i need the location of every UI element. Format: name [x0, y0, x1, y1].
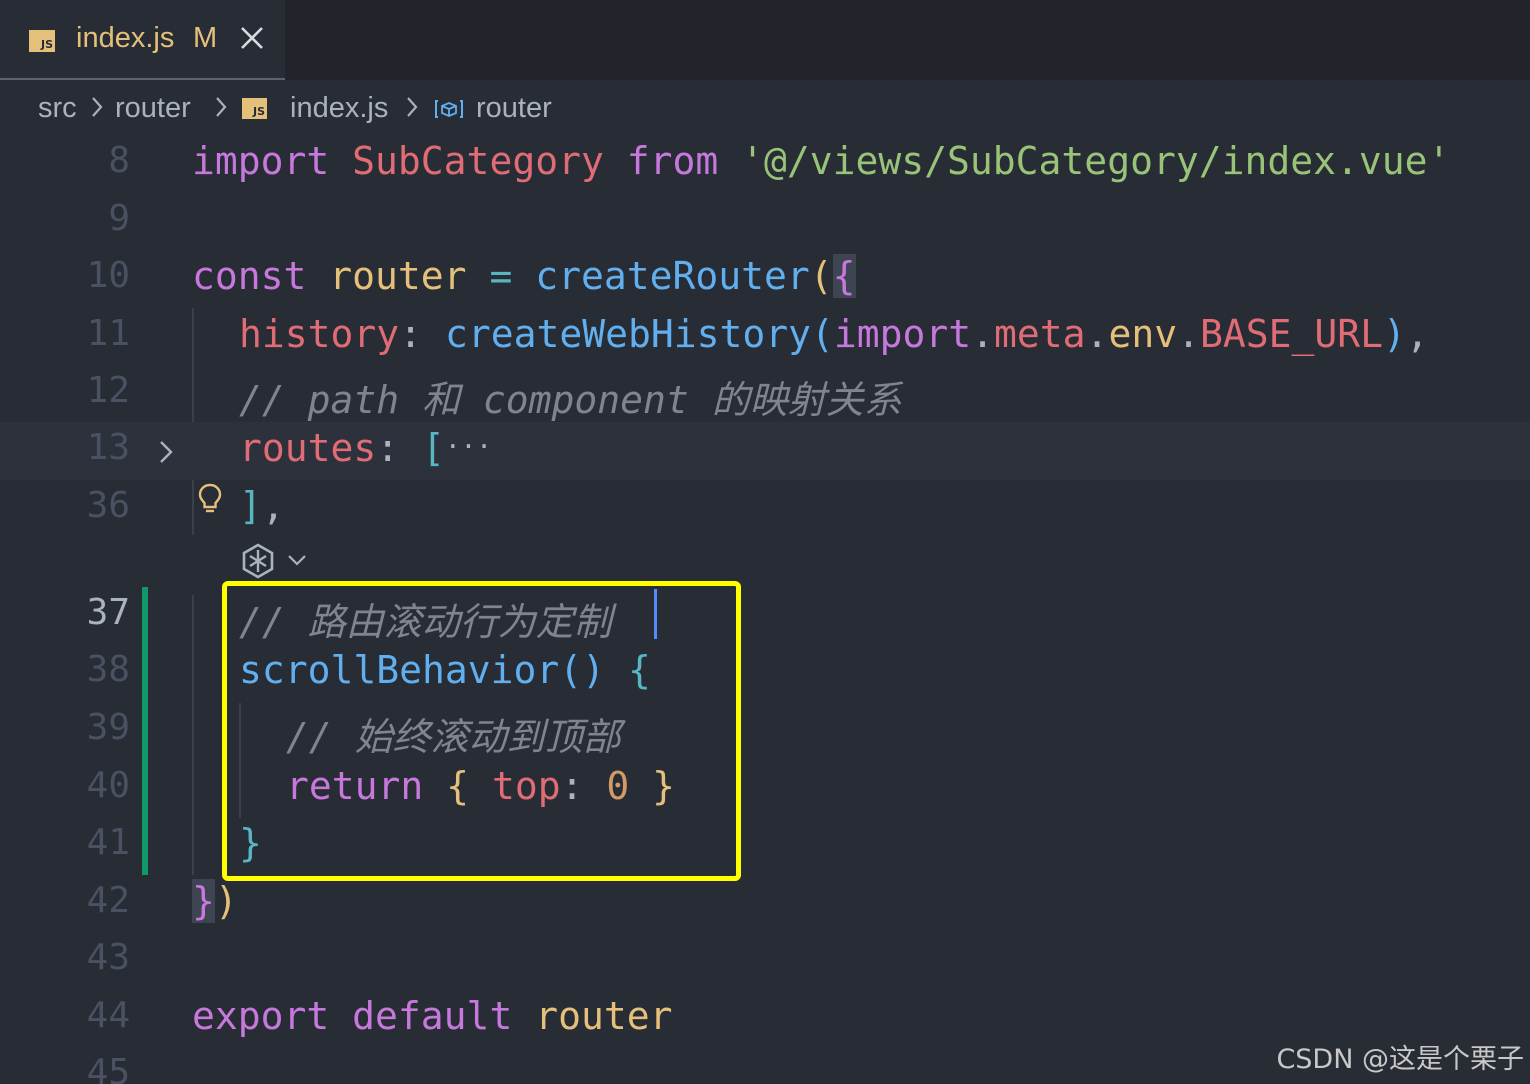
chevron-right-icon [92, 97, 103, 117]
breadcrumb: src router JS index.js router [0, 80, 1530, 135]
breadcrumb-item-file[interactable]: index.js [290, 92, 388, 125]
line-number: 12 [86, 370, 130, 411]
breadcrumb-item-router-folder[interactable]: router [115, 92, 191, 125]
js-file-icon: JS [242, 98, 267, 119]
code-line-11: 11 history: createWebHistory(import.meta… [0, 308, 1530, 366]
symbol-variable-icon [435, 100, 463, 118]
line-number: 44 [86, 995, 130, 1036]
line-number-active: 37 [86, 592, 130, 633]
tab-bar: JS index.js M [0, 0, 1530, 80]
line-number: 40 [86, 765, 130, 806]
code-line-43: 43 [0, 932, 1530, 990]
line-number: 41 [86, 822, 130, 863]
chevron-right-icon [407, 97, 418, 117]
code-line-13: 13 routes: [··· [0, 422, 1530, 480]
lightbulb-icon[interactable] [197, 482, 223, 516]
code-line-8: 8 import SubCategory from '@/views/SubCa… [0, 135, 1530, 193]
line-number: 10 [86, 255, 130, 296]
line-number: 11 [86, 313, 130, 354]
line-number: 43 [86, 937, 130, 978]
code-line-36: 36 ], [0, 480, 1530, 538]
line-number: 38 [86, 649, 130, 690]
tab-filename: index.js [76, 22, 175, 54]
line-number: 39 [86, 707, 130, 748]
fold-chevron-icon[interactable] [156, 438, 176, 466]
code-line-12: 12 // path 和 component 的映射关系 [0, 365, 1530, 423]
line-number: 42 [86, 880, 130, 921]
line-number: 45 [86, 1052, 130, 1084]
chevron-down-icon[interactable] [286, 551, 308, 569]
code-line-9: 9 [0, 193, 1530, 251]
modified-indicator: M [193, 22, 218, 54]
tab-index-js[interactable]: JS index.js M [0, 0, 285, 80]
js-file-icon: JS [29, 30, 55, 52]
folded-region-ellipsis[interactable]: ··· [445, 432, 492, 462]
breadcrumb-item-src[interactable]: src [38, 92, 77, 125]
close-icon[interactable] [238, 24, 266, 52]
chevron-right-icon [216, 97, 227, 117]
line-number: 8 [108, 140, 130, 181]
line-number: 9 [108, 198, 130, 239]
code-line-10: 10 const router = createRouter({ [0, 250, 1530, 308]
copilot-icon[interactable] [238, 542, 278, 580]
watermark: CSDN @这是个栗子 [1276, 1044, 1524, 1075]
annotation-highlight-box [222, 581, 741, 881]
line-number: 36 [86, 485, 130, 526]
breadcrumb-item-symbol[interactable]: router [476, 92, 552, 125]
line-number: 13 [86, 427, 130, 468]
code-line-42: 42 }) [0, 875, 1530, 933]
code-editor[interactable]: 8 import SubCategory from '@/views/SubCa… [0, 135, 1530, 1084]
